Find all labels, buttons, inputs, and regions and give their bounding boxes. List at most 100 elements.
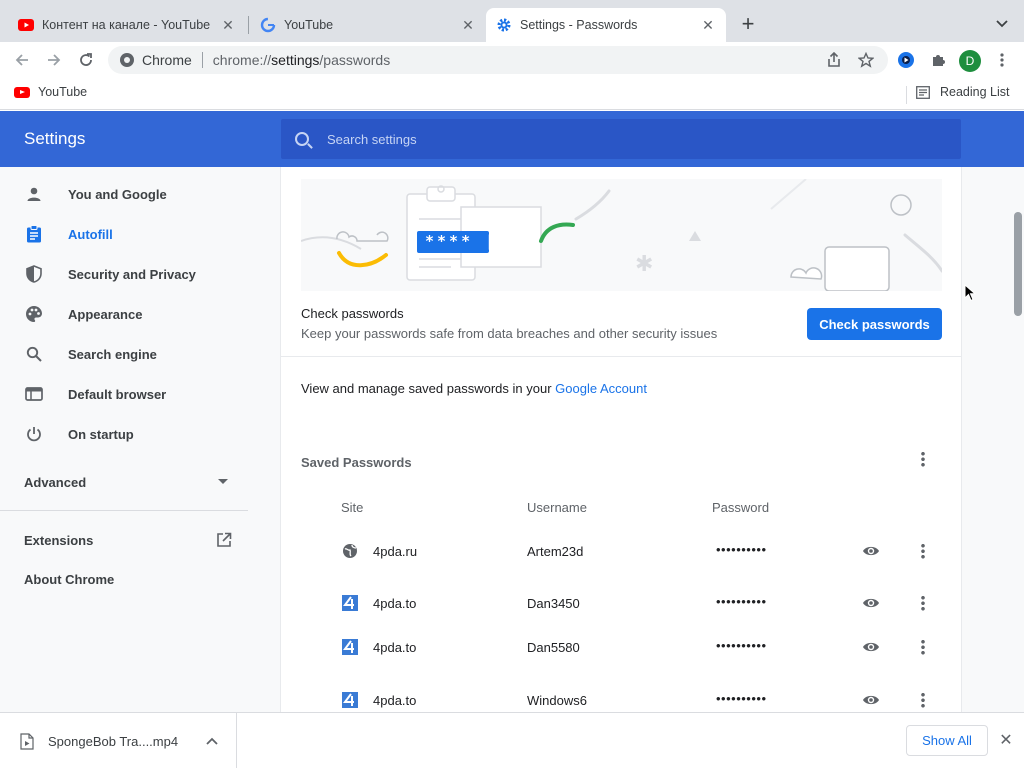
sidebar-item-label: Autofill <box>68 226 113 242</box>
power-icon <box>24 424 44 444</box>
close-download-bar-icon[interactable]: ✕ <box>996 730 1016 750</box>
4pda-icon <box>342 595 358 611</box>
sidebar-item-about-chrome[interactable]: About Chrome <box>24 572 114 587</box>
show-password-eye-icon[interactable] <box>862 595 880 611</box>
close-tab-icon[interactable]: ✕ <box>460 17 476 33</box>
password-row: 4pda.ru Artem23d •••••••••• <box>281 531 961 571</box>
password-row: 4pda.to Dan3450 •••••••••• <box>281 583 961 623</box>
sidebar: You and Google Autofill Security and Pri… <box>0 167 280 712</box>
show-password-eye-icon[interactable] <box>862 692 880 708</box>
sidebar-item-search-engine[interactable]: Search engine <box>0 334 256 374</box>
tab-separator <box>248 16 249 34</box>
tab-title: Контент на канале - YouTube <box>42 18 211 32</box>
tab-search-chevron-icon[interactable] <box>992 14 1012 34</box>
reading-list-label: Reading List <box>940 85 1010 99</box>
extensions-puzzle-icon[interactable] <box>926 48 950 72</box>
saved-passwords-menu-icon[interactable] <box>911 447 935 471</box>
mouse-cursor-icon <box>964 284 976 302</box>
download-bar: SpongeBob Tra....mp4 Show All ✕ <box>0 712 1024 768</box>
chip-label: Chrome <box>142 52 192 68</box>
sidebar-item-appearance[interactable]: Appearance <box>0 294 256 334</box>
search-input[interactable]: Search settings <box>281 119 961 159</box>
password-row: 4pda.to Windows6 •••••••••• <box>281 680 961 712</box>
extension-blue-icon[interactable] <box>894 48 918 72</box>
close-tab-icon[interactable]: ✕ <box>220 17 236 33</box>
tab-title: YouTube <box>284 18 334 32</box>
google-account-link[interactable]: Google Account <box>555 381 647 396</box>
column-header-site: Site <box>341 500 364 515</box>
search-icon <box>24 344 44 364</box>
passwords-page: ✱ **** | Check passwords Keep your passw… <box>280 167 962 712</box>
sidebar-item-label: You and Google <box>68 186 167 202</box>
youtube-icon <box>14 86 30 98</box>
sidebar-item-extensions[interactable]: Extensions <box>24 532 232 548</box>
palette-icon <box>24 304 44 324</box>
bookmarks-bar: YouTube Reading List <box>0 78 1024 110</box>
sidebar-item-label: On startup <box>68 426 134 442</box>
reload-icon[interactable] <box>74 48 98 72</box>
sidebar-item-autofill[interactable]: Autofill <box>0 214 256 254</box>
tab-strip: Контент на канале - YouTube ✕ YouTube ✕ … <box>0 0 1024 42</box>
page-gutter <box>962 167 1012 712</box>
row-more-actions-icon[interactable] <box>911 688 935 712</box>
sidebar-item-label: Default browser <box>68 386 167 402</box>
bookmark-star-icon[interactable] <box>854 48 878 72</box>
advanced-label: Advanced <box>24 474 87 490</box>
bookmark-label: YouTube <box>38 85 88 99</box>
settings-header: Settings Search settings <box>0 111 1024 167</box>
scrollbar-thumb[interactable] <box>1014 212 1022 316</box>
shield-icon <box>24 264 44 284</box>
row-more-actions-icon[interactable] <box>911 635 935 659</box>
manage-passwords-text: View and manage saved passwords in your … <box>301 381 647 396</box>
close-tab-icon[interactable]: ✕ <box>700 17 716 33</box>
search-placeholder: Search settings <box>327 131 417 147</box>
address-bar[interactable]: Chrome chrome://settings/passwords <box>108 46 888 74</box>
username: Dan5580 <box>527 640 580 655</box>
password-masked: •••••••••• <box>716 594 767 609</box>
show-all-downloads-button[interactable]: Show All <box>906 725 988 756</box>
video-file-icon <box>20 732 34 750</box>
back-arrow-icon[interactable] <box>10 48 34 72</box>
site-name: 4pda.to <box>373 596 417 611</box>
person-icon <box>24 184 44 204</box>
reading-list-button[interactable]: Reading List <box>916 85 1010 99</box>
sidebar-item-security-and-privacy[interactable]: Security and Privacy <box>0 254 256 294</box>
share-icon[interactable] <box>822 48 846 72</box>
bookmark-youtube[interactable]: YouTube <box>14 85 87 99</box>
tab-title: Settings - Passwords <box>520 18 638 32</box>
download-item[interactable]: SpongeBob Tra....mp4 <box>0 713 237 768</box>
password-mask-text: **** | <box>425 232 498 250</box>
profile-avatar[interactable]: D <box>959 50 981 72</box>
show-password-eye-icon[interactable] <box>862 543 880 559</box>
column-header-password: Password <box>712 500 770 515</box>
url-path: /passwords <box>319 52 391 68</box>
sidebar-item-label: Search engine <box>68 346 157 362</box>
row-more-actions-icon[interactable] <box>911 539 935 563</box>
tab-settings-passwords[interactable]: Settings - Passwords ✕ <box>486 8 726 42</box>
sidebar-item-you-and-google[interactable]: You and Google <box>0 174 256 214</box>
caret-down-icon <box>218 479 228 485</box>
row-more-actions-icon[interactable] <box>911 591 935 615</box>
check-passwords-button[interactable]: Check passwords <box>807 308 942 340</box>
sidebar-item-default-browser[interactable]: Default browser <box>0 374 256 414</box>
password-check-illustration: ✱ **** | <box>301 179 942 291</box>
page-title: Settings <box>24 129 86 148</box>
4pda-icon <box>342 639 358 655</box>
url-scheme: chrome:// <box>212 52 272 68</box>
password-masked: •••••••••• <box>716 638 767 653</box>
chrome-icon <box>120 53 134 67</box>
show-password-eye-icon[interactable] <box>862 639 880 655</box>
settings-gear-icon <box>496 17 512 33</box>
check-passwords-title: Check passwords <box>301 306 404 321</box>
sidebar-item-on-startup[interactable]: On startup <box>0 414 256 454</box>
chevron-up-icon[interactable] <box>202 734 222 748</box>
tab-youtube[interactable]: YouTube ✕ <box>250 8 486 42</box>
check-passwords-subtitle: Keep your passwords safe from data breac… <box>301 326 718 341</box>
tab-youtube-content[interactable]: Контент на канале - YouTube ✕ <box>8 8 246 42</box>
forward-arrow-icon[interactable] <box>42 48 66 72</box>
site-name: 4pda.to <box>373 640 417 655</box>
menu-kebab-icon[interactable] <box>990 48 1014 72</box>
site-info-chip[interactable]: Chrome <box>120 52 192 68</box>
new-tab-button[interactable]: + <box>736 11 760 36</box>
sidebar-advanced-toggle[interactable]: Advanced <box>0 462 248 502</box>
